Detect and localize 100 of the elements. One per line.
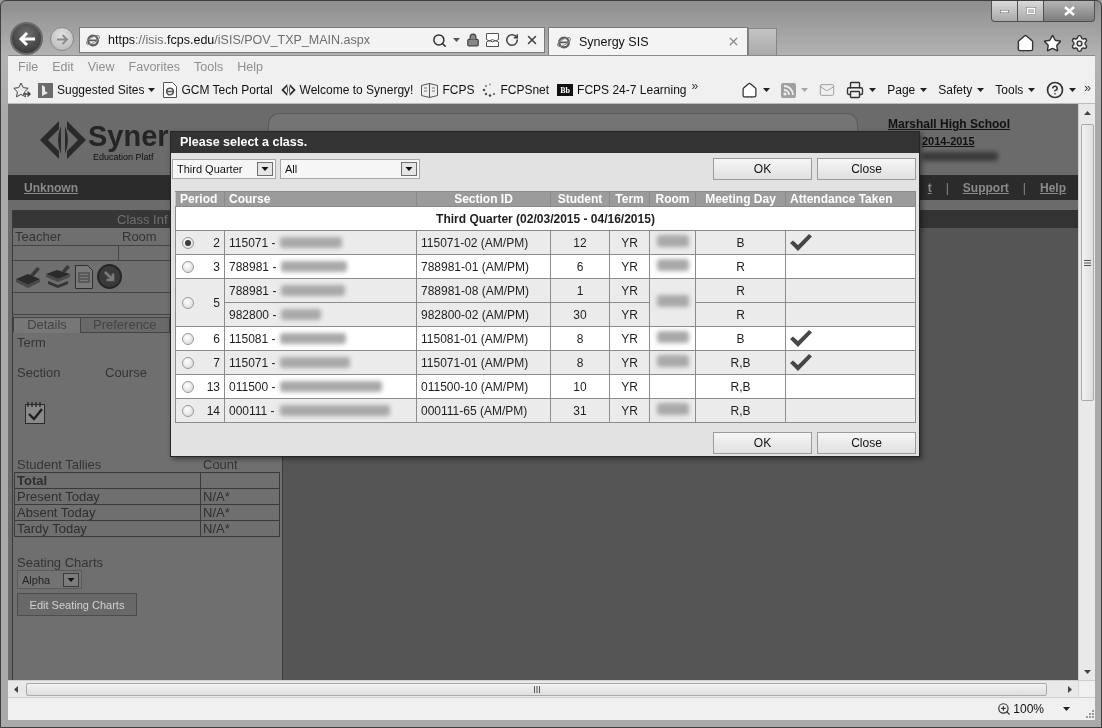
favorites-link[interactable]: FCPS <box>418 79 478 101</box>
zoom-button[interactable]: 100% <box>997 702 1070 716</box>
favorites-link[interactable]: FCPSnet <box>479 79 553 101</box>
blurred-text <box>281 261 348 272</box>
book-pencil-icon[interactable] <box>15 265 41 288</box>
calendar-check-icon[interactable] <box>25 401 45 424</box>
favorites-link[interactable]: Bb FCPS 24-7 Learning <box>554 79 690 101</box>
scroll-left-icon[interactable] <box>14 686 18 693</box>
course-code: 115071 - <box>229 235 276 250</box>
table-cell: R <box>695 302 786 327</box>
nav-link[interactable]: Help <box>1040 180 1066 195</box>
url-field[interactable]: https://isis.fcps.edu/iSIS/POV_TXP_MAIN.aspx <box>108 33 370 47</box>
favorites-link[interactable]: Suggested Sites <box>35 79 159 101</box>
radio-button[interactable] <box>182 260 194 273</box>
course-code: 000111 - <box>229 403 275 418</box>
table-cell: 000111-65 (AM/PM) <box>416 398 551 423</box>
close-icon[interactable] <box>525 33 539 47</box>
radio-button[interactable] <box>182 380 194 393</box>
table-cell: N/A* <box>200 520 280 537</box>
dialog-button[interactable]: Close <box>817 432 916 454</box>
overflow-button[interactable]: » <box>691 79 699 93</box>
document-icon[interactable] <box>75 264 93 289</box>
year-link[interactable]: 2014-2015 <box>922 135 1010 148</box>
lock-icon[interactable] <box>466 33 480 47</box>
feed-icon <box>781 82 797 98</box>
browser-tab[interactable]: Synergy SIS <box>548 27 748 55</box>
forward-button[interactable] <box>50 27 74 51</box>
column-header: Term <box>609 191 650 207</box>
square-tile-icon <box>38 82 53 98</box>
overflow-button[interactable]: » <box>1084 81 1091 95</box>
nav-link[interactable]: t <box>927 180 932 195</box>
scroll-down-icon[interactable] <box>1083 669 1091 674</box>
school-link[interactable]: Marshall High School <box>888 117 1010 131</box>
section-title: Student Tallies <box>17 458 102 472</box>
refresh-icon[interactable] <box>505 33 519 47</box>
dialog-button[interactable]: OK <box>713 432 812 454</box>
dots-icon <box>482 83 497 97</box>
close-button[interactable] <box>1044 1 1095 22</box>
radio-button[interactable] <box>182 356 194 369</box>
minimize-button[interactable] <box>991 1 1018 22</box>
course-code: 982800 - <box>229 307 277 322</box>
minimize-icon <box>1000 9 1009 13</box>
maximize-button[interactable] <box>1018 1 1044 22</box>
course-code: 788981 - <box>229 283 277 298</box>
period-number: 14 <box>206 403 220 418</box>
table-cell: YR <box>609 278 650 303</box>
table-cell: YR <box>609 350 650 375</box>
dialog-title: Please select a class. <box>171 132 919 153</box>
filter-select[interactable]: All <box>280 159 420 179</box>
books-icon[interactable] <box>45 264 71 289</box>
favorites-link[interactable]: Welcome to Synergy! <box>277 79 417 101</box>
radio-button[interactable] <box>182 332 194 345</box>
user-link[interactable]: Unknown <box>24 180 78 195</box>
table-cell: YR <box>609 254 650 279</box>
forward-arrow-icon <box>55 33 69 45</box>
table-cell: YR <box>609 326 650 351</box>
table-cell: B <box>695 326 786 351</box>
command-button[interactable]: Safety <box>935 79 988 101</box>
back-button[interactable] <box>10 22 43 55</box>
nav-separator: | <box>1022 180 1026 195</box>
table-cell: 788981-01 (AM/PM) <box>416 254 551 279</box>
table-cell: Present Today <box>14 488 201 505</box>
table-cell: YR <box>609 398 650 423</box>
caret-icon <box>920 88 928 92</box>
star-icon[interactable] <box>1043 34 1062 53</box>
scroll-right-icon[interactable] <box>1068 686 1072 693</box>
blurred-text <box>281 309 322 320</box>
caret-icon <box>148 88 156 92</box>
course-code: 788981 - <box>229 259 277 274</box>
radio-button[interactable] <box>182 404 194 417</box>
search-icon[interactable] <box>432 32 447 48</box>
blurred-text <box>280 357 351 368</box>
logo-tile: Bb <box>557 84 574 96</box>
dialog-button[interactable]: Close <box>817 158 916 180</box>
dialog-button[interactable]: OK <box>713 158 812 180</box>
nav-separator: | <box>945 180 949 195</box>
torn-page-icon[interactable] <box>486 33 499 47</box>
scrollbar-thumb[interactable] <box>1080 124 1094 401</box>
table-cell: 115081-01 (AM/PM) <box>416 326 551 351</box>
star-arrow-icon[interactable] <box>13 81 31 99</box>
e-logo-icon <box>85 32 101 48</box>
table-cell: Total <box>14 472 201 489</box>
table-cell: 8 <box>550 326 610 351</box>
column-header: Room <box>649 191 696 207</box>
scroll-up-icon[interactable] <box>1083 110 1091 115</box>
command-button[interactable]: Tools <box>992 79 1039 101</box>
table-cell: R,B <box>695 374 786 399</box>
command-button[interactable]: Page <box>884 79 931 101</box>
settings-icon[interactable] <box>1070 34 1089 53</box>
nav-link[interactable]: Support <box>962 180 1009 195</box>
favorites-link[interactable]: GCM Tech Portal <box>160 79 276 101</box>
radio-button[interactable] <box>182 236 194 249</box>
home-icon[interactable] <box>1016 34 1035 53</box>
term-select[interactable]: Third Quarter <box>172 159 276 179</box>
table-cell: 011500-10 (AM/PM) <box>416 374 551 399</box>
table-cell: 30 <box>550 302 610 327</box>
radio-button[interactable] <box>182 296 194 309</box>
period-number: 7 <box>213 355 220 370</box>
scrollbar-thumb[interactable] <box>26 682 1047 696</box>
period-number: 2 <box>213 235 220 250</box>
